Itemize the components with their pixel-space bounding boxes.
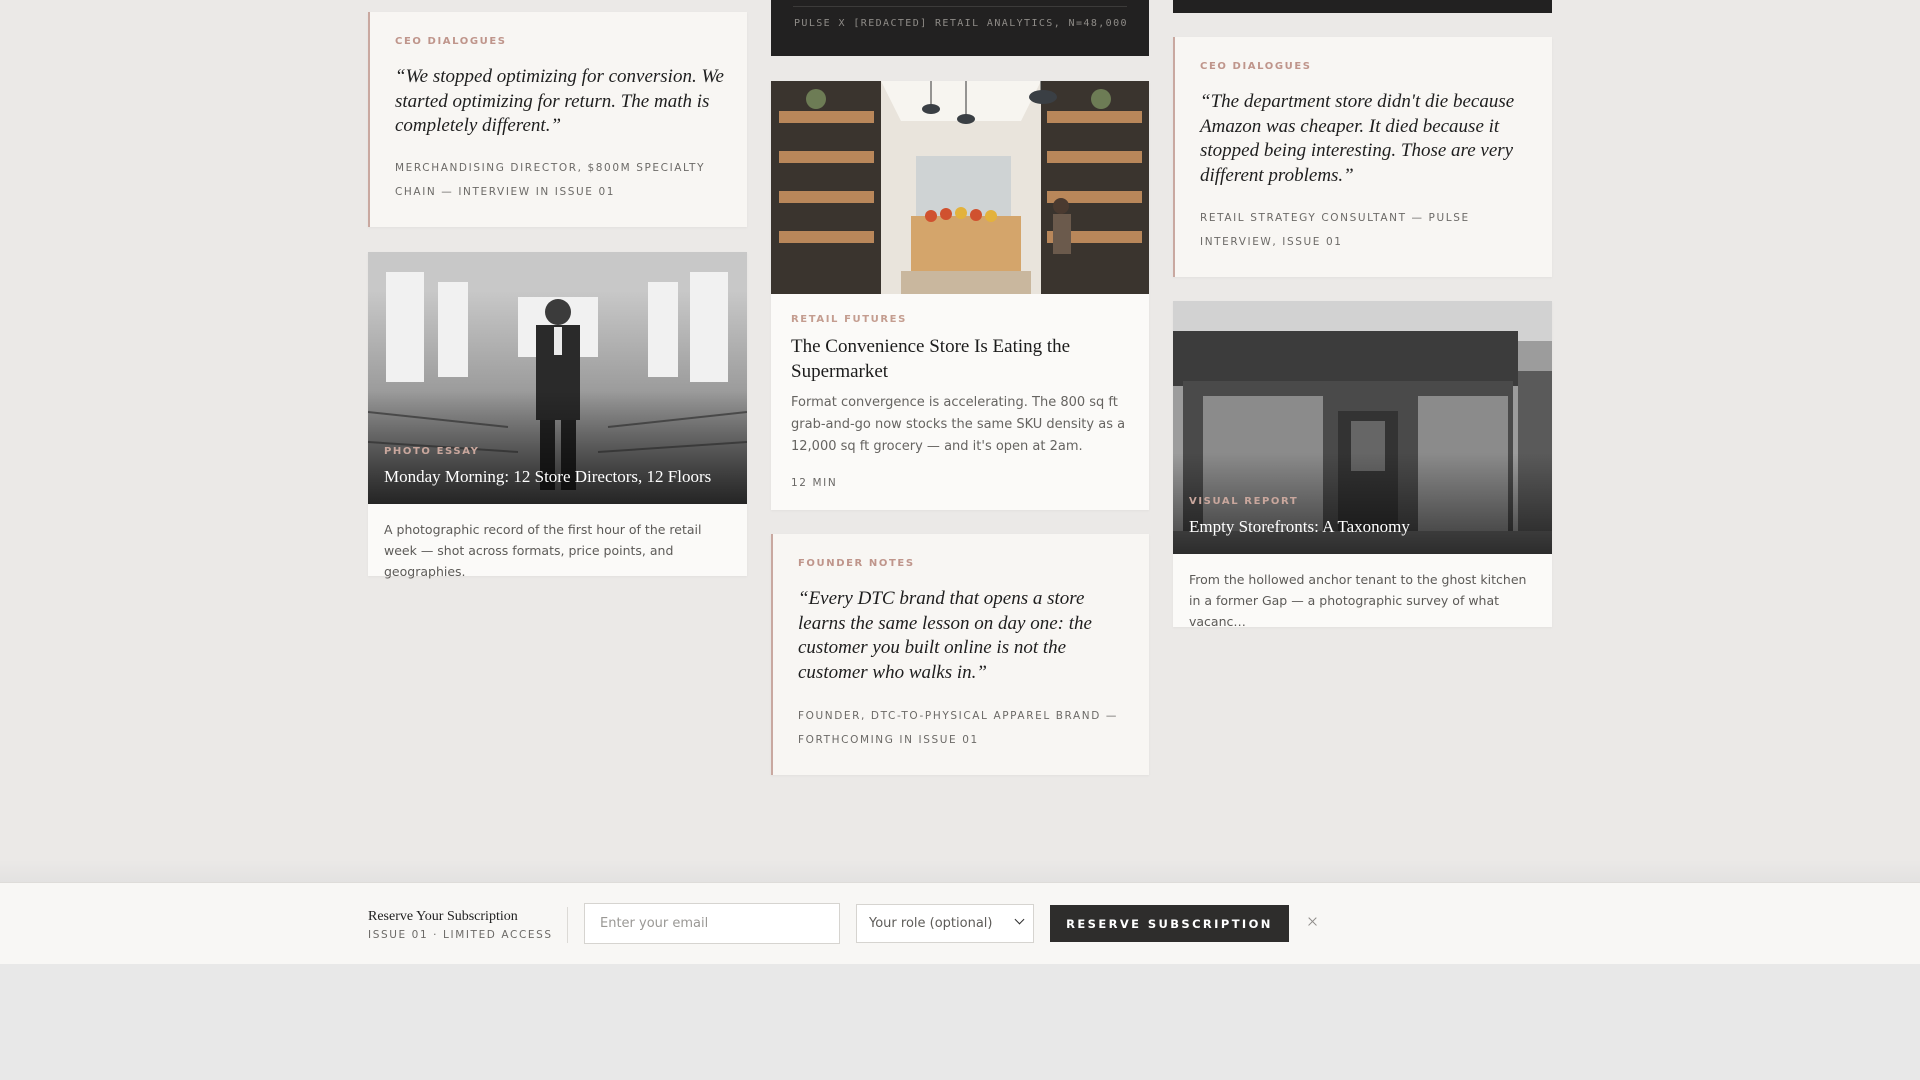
quote-text: “We stopped optimizing for conversion. W…: [395, 66, 724, 136]
subscription-title: Reserve Your Subscription: [368, 909, 518, 924]
role-select[interactable]: Your role (optional): [856, 904, 1034, 943]
card-description: A photographic record of the first hour …: [384, 522, 702, 579]
quote-attribution: FOUNDER, DTC-TO-PHYSICAL APPAREL BRAND —…: [798, 710, 1118, 746]
page-fade: [0, 860, 1920, 882]
divider: [567, 907, 568, 943]
card-category-label: CEO DIALOGUES: [1200, 61, 1312, 72]
card-category-label: VISUAL REPORT: [1189, 496, 1299, 507]
quote-attribution: MERCHANDISING DIRECTOR, $800M SPECIALTY …: [395, 162, 706, 198]
quote-card-ceo-department-store[interactable]: CEO DIALOGUES “The department store didn…: [1173, 37, 1552, 277]
card-title[interactable]: The Convenience Store Is Eating the Supe…: [791, 334, 1091, 384]
visual-report-card[interactable]: VISUAL REPORT Empty Storefronts: A Taxon…: [1173, 301, 1552, 629]
quote-card-founder-notes[interactable]: FOUNDER NOTES “Every DTC brand that open…: [771, 534, 1149, 775]
divider: [793, 6, 1127, 7]
card-title[interactable]: Monday Morning: 12 Store Directors, 12 F…: [384, 467, 711, 487]
data-source-text: PULSE X [REDACTED] RETAIL ANALYTICS, N=4…: [794, 18, 1128, 29]
article-card-convenience-store[interactable]: RETAIL FUTURES The Convenience Store Is …: [771, 81, 1149, 510]
card-description: Format convergence is accelerating. The …: [791, 395, 1126, 454]
quote-text: “Every DTC brand that opens a store lear…: [798, 588, 1092, 683]
close-icon[interactable]: [1304, 913, 1322, 931]
quote-card-ceo-conversion[interactable]: CEO DIALOGUES “We stopped optimizing for…: [368, 12, 747, 227]
dark-card-bottom-edge: [1173, 0, 1552, 13]
quote-text: “The department store didn't die because…: [1200, 91, 1515, 186]
reserve-subscription-button[interactable]: RESERVE SUBSCRIPTION: [1050, 905, 1289, 942]
card-title[interactable]: Empty Storefronts: A Taxonomy: [1189, 517, 1410, 537]
card-category-label: CEO DIALOGUES: [395, 36, 507, 47]
card-description: From the hollowed anchor tenant to the g…: [1189, 572, 1527, 629]
card-category-label: FOUNDER NOTES: [798, 558, 915, 569]
photo-essay-card[interactable]: PHOTO ESSAY Monday Morning: 12 Store Dir…: [368, 252, 747, 579]
email-field[interactable]: [584, 903, 840, 944]
convenience-store-photo: [771, 81, 1149, 294]
card-category-label: PHOTO ESSAY: [384, 446, 480, 457]
card-category-label: RETAIL FUTURES: [791, 314, 907, 325]
read-time: 12 MIN: [791, 477, 838, 489]
quote-attribution: RETAIL STRATEGY CONSULTANT — PULSE INTER…: [1200, 212, 1470, 248]
subscription-subtitle: ISSUE 01 · LIMITED ACCESS: [368, 929, 553, 941]
subscription-bar: Reserve Your Subscription ISSUE 01 · LIM…: [0, 882, 1920, 965]
page-bottom-area: [0, 964, 1920, 1080]
data-source-strip: PULSE X [REDACTED] RETAIL ANALYTICS, N=4…: [771, 0, 1149, 56]
